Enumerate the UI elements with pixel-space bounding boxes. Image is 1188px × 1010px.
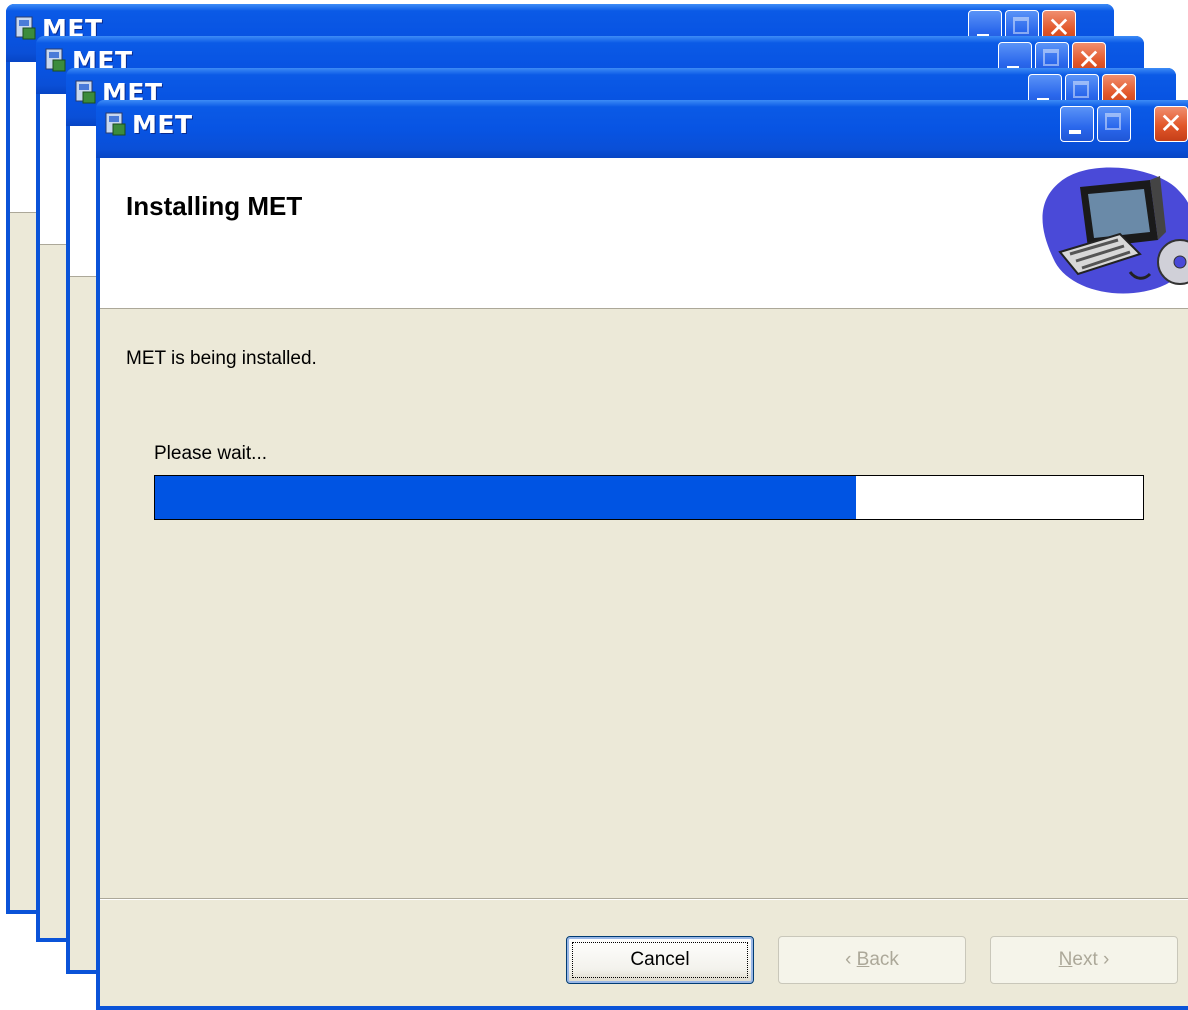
progress-fill (155, 476, 857, 519)
progress-bar (154, 475, 1144, 520)
maximize-icon (1013, 17, 1029, 34)
status-message: MET is being installed. (126, 348, 317, 369)
maximize-icon (1105, 113, 1121, 130)
banner: Installing MET (100, 158, 1188, 309)
maximize-icon (1043, 49, 1059, 66)
installer-dialog: MET ✕ Installing MET MET is being instal… (96, 100, 1188, 1010)
focus-rectangle (572, 942, 748, 978)
close-icon: ✕ (1159, 107, 1183, 140)
installer-icon (75, 80, 96, 104)
back-button-rest: ack (869, 949, 899, 970)
computer-setup-illustration (1042, 167, 1188, 294)
minimize-button[interactable] (1060, 106, 1094, 142)
back-button-prefix: ‹ (845, 949, 857, 970)
close-button[interactable]: ✕ (1154, 106, 1188, 142)
window-title: MET (132, 110, 193, 139)
next-button[interactable]: Next › (990, 936, 1178, 984)
installer-icon (45, 48, 66, 72)
installer-icon (105, 112, 126, 136)
maximize-icon (1073, 81, 1089, 98)
client-area: Installing MET MET is being installed. P… (100, 158, 1188, 1006)
title-bar[interactable]: MET ✕ (96, 100, 1188, 158)
progress-label: Please wait... (154, 443, 267, 464)
next-accelerator: N (1058, 949, 1073, 970)
next-button-rest: ext › (1072, 949, 1110, 970)
back-accelerator: B (856, 949, 870, 970)
cancel-button[interactable]: Cancel (566, 936, 754, 984)
page-title: Installing MET (126, 191, 303, 221)
installer-icon (15, 16, 36, 40)
back-button[interactable]: ‹ Back (778, 936, 966, 984)
minimize-icon (1069, 130, 1081, 134)
footer-divider (100, 898, 1188, 900)
maximize-button[interactable] (1097, 106, 1131, 142)
